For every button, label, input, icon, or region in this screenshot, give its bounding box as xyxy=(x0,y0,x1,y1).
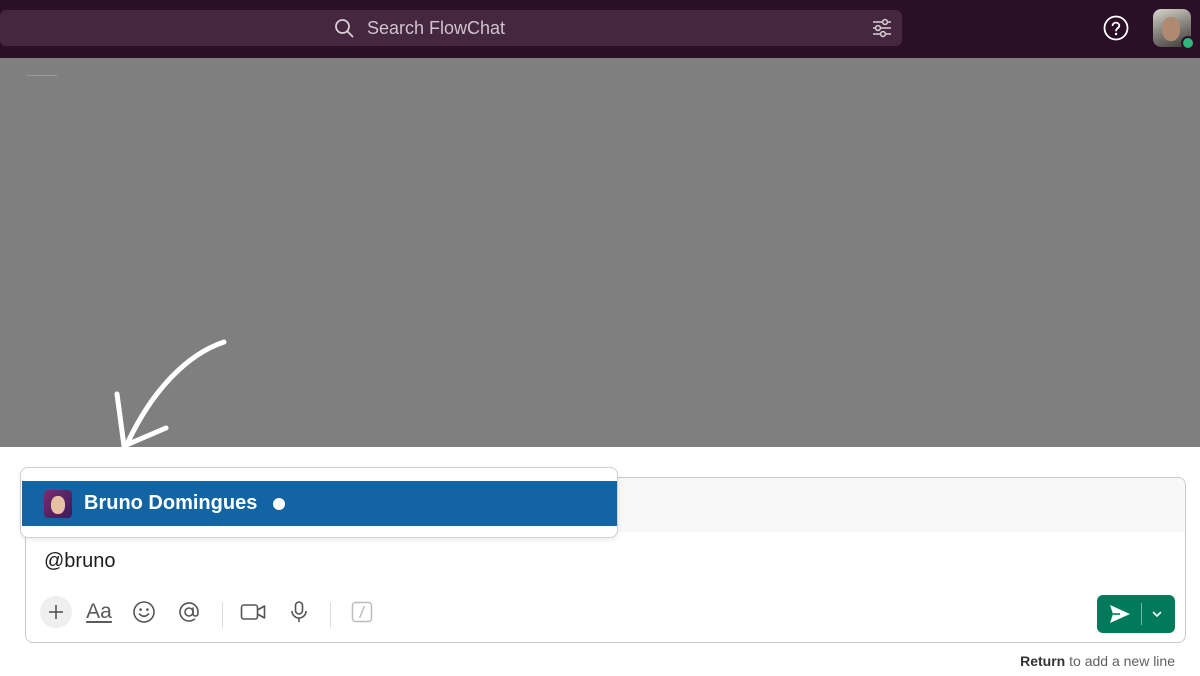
search-icon xyxy=(335,19,354,38)
pointer-arrow-icon xyxy=(114,339,227,449)
shortcuts-button[interactable] xyxy=(346,596,378,628)
video-icon xyxy=(240,604,266,620)
top-bar: Search FlowChat xyxy=(0,0,1200,58)
smile-icon xyxy=(133,601,155,623)
microphone-icon xyxy=(291,601,307,622)
at-sign-icon xyxy=(179,602,199,622)
audio-button[interactable] xyxy=(283,596,315,628)
emoji-button[interactable] xyxy=(128,596,160,628)
toolbar-separator xyxy=(330,602,331,628)
composer-toolbar: Aa xyxy=(40,596,1170,632)
format-label: Aa xyxy=(86,600,112,623)
send-button[interactable] xyxy=(1097,595,1175,633)
avatar-face xyxy=(1162,17,1180,41)
presence-indicator xyxy=(1181,36,1195,50)
hint-key: Return xyxy=(1020,653,1066,669)
divider-line xyxy=(27,75,57,76)
search-placeholder: Search FlowChat xyxy=(367,18,506,38)
video-button[interactable] xyxy=(237,596,269,628)
help-circle-icon[interactable] xyxy=(1103,15,1129,41)
hint-text: to add a new line xyxy=(1065,653,1175,669)
chevron-down-icon[interactable] xyxy=(1151,608,1163,620)
send-icon xyxy=(1110,605,1130,623)
search-bar[interactable]: Search FlowChat xyxy=(0,10,902,46)
sliders-icon[interactable] xyxy=(871,17,893,39)
toolbar-separator xyxy=(222,602,223,628)
add-attachment-button[interactable] xyxy=(40,596,72,628)
avatar-face xyxy=(51,496,65,514)
slash-icon xyxy=(351,601,373,623)
mention-button[interactable] xyxy=(173,596,205,628)
newline-hint: Return to add a new line xyxy=(1020,653,1175,669)
mention-autocomplete: Bruno Domingues xyxy=(20,467,618,538)
send-divider xyxy=(1141,603,1142,625)
message-input[interactable]: @bruno xyxy=(44,550,115,573)
avatar xyxy=(44,490,72,518)
mention-option[interactable]: Bruno Domingues xyxy=(22,481,617,526)
plus-icon xyxy=(49,605,63,619)
online-status-dot xyxy=(273,498,285,510)
format-button[interactable]: Aa xyxy=(82,596,116,628)
mention-name: Bruno Domingues xyxy=(84,492,258,514)
